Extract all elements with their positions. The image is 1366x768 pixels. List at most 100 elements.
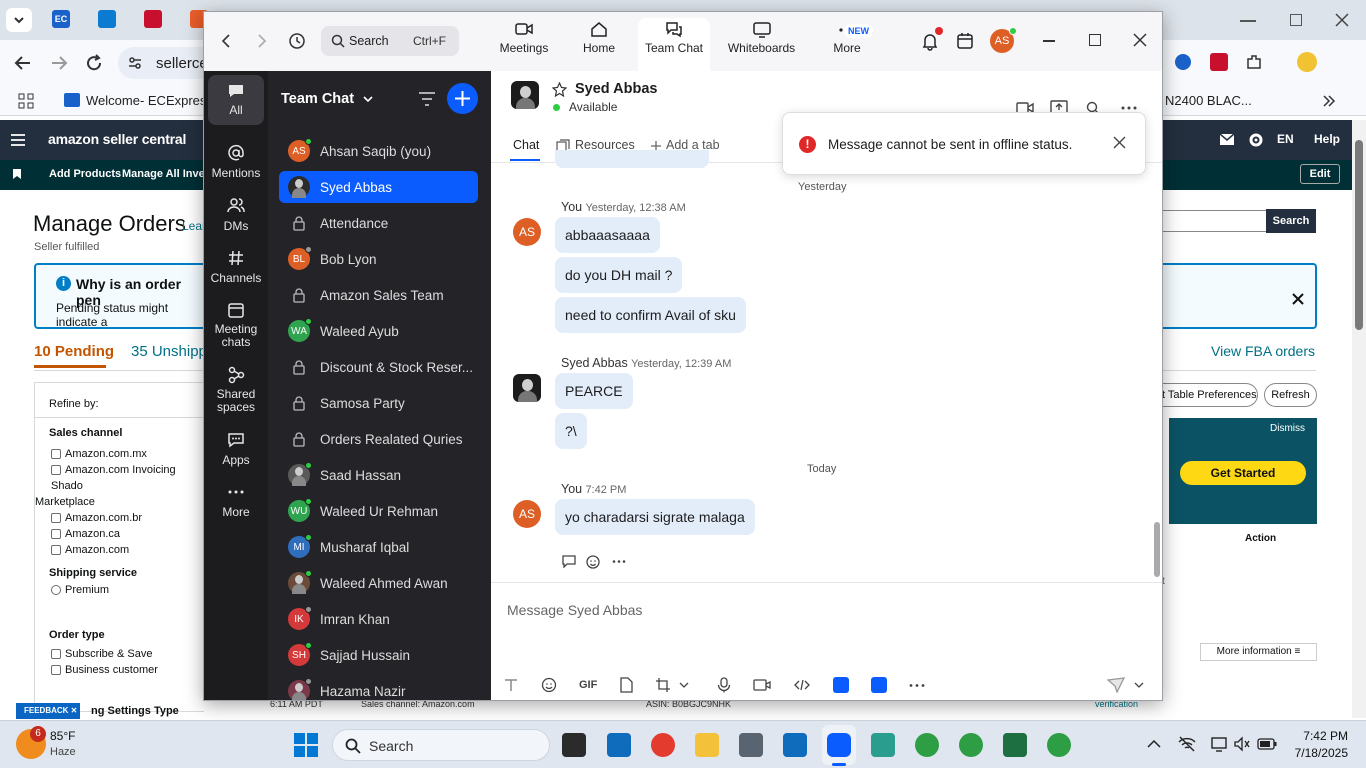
history-icon[interactable] (288, 32, 306, 50)
forward-icon[interactable] (255, 34, 269, 48)
message-bubble[interactable]: need to confirm Avail of sku (555, 297, 746, 333)
order-search-input[interactable] (1162, 210, 1266, 232)
microphone-icon[interactable] (717, 677, 731, 693)
get-started-button[interactable]: Get Started (1180, 461, 1306, 485)
bookmark-right[interactable]: N2400 BLAC... (1165, 93, 1252, 108)
send-icon[interactable] (1107, 677, 1125, 693)
profile-avatar[interactable] (1297, 52, 1317, 72)
emoji-icon[interactable] (541, 677, 557, 693)
contact-item[interactable]: WA Waleed Ayub (279, 315, 478, 347)
reply-icon[interactable] (561, 554, 577, 568)
tab-team-chat[interactable]: Team Chat (639, 20, 709, 55)
rail-more[interactable]: More (206, 483, 266, 519)
radio[interactable] (51, 585, 61, 596)
list-title[interactable]: Team Chat (281, 91, 374, 107)
filter-icon[interactable] (418, 91, 436, 107)
channel-option[interactable]: Amazon.com.br (51, 510, 205, 526)
contact-item[interactable]: Syed Abbas (279, 171, 478, 203)
hamburger-icon[interactable] (10, 133, 26, 147)
order-type-option[interactable]: Business customer (51, 662, 158, 678)
calculator-icon[interactable] (739, 733, 763, 757)
chat-header-avatar[interactable] (511, 81, 539, 109)
tab-ec-icon[interactable]: EC (52, 10, 70, 28)
chrome-profile-icon[interactable] (915, 733, 939, 757)
tab-meetings[interactable]: Meetings (489, 20, 559, 55)
display-icon[interactable] (1210, 736, 1228, 752)
chevron-right-double-icon[interactable] (1322, 94, 1336, 108)
rail-mentions[interactable]: Mentions (206, 144, 266, 180)
back-icon[interactable] (219, 34, 233, 48)
more-dots-icon[interactable] (612, 559, 626, 564)
page-scrollbar[interactable] (1352, 120, 1366, 718)
message-bubble[interactable]: do you DH mail ? (555, 257, 683, 293)
chevron-up-icon[interactable] (1147, 739, 1161, 749)
tab-pending[interactable]: 10 Pending (34, 343, 114, 360)
taskbar-search[interactable]: Search (332, 729, 550, 761)
file-icon[interactable] (619, 677, 633, 693)
checkbox[interactable] (51, 465, 61, 476)
tab-app-icon[interactable] (98, 10, 116, 28)
contact-item[interactable]: Orders Realated Quries (279, 423, 478, 455)
close-icon[interactable] (1292, 293, 1304, 305)
channel-option[interactable]: Amazon.com.mx (51, 446, 205, 462)
contact-item[interactable]: Waleed Ahmed Awan (279, 567, 478, 599)
task-view-icon[interactable] (562, 733, 586, 757)
more-information-button[interactable]: More information ≡ (1200, 643, 1317, 661)
reload-icon[interactable] (85, 54, 103, 72)
zoom-search-bar[interactable]: Search Ctrl+F (321, 26, 459, 56)
mail-icon[interactable] (1220, 134, 1234, 146)
contact-item[interactable]: MI Musharaf Iqbal (279, 531, 478, 563)
message-avatar[interactable]: AS (513, 500, 541, 528)
puzzle-icon[interactable] (1245, 53, 1263, 71)
contact-item[interactable]: BL Bob Lyon (279, 243, 478, 275)
calendar-icon[interactable] (956, 32, 974, 50)
chrome-profile-icon-2[interactable] (959, 733, 983, 757)
outlook-icon[interactable] (783, 733, 807, 757)
chrome-profile-icon-3[interactable] (1047, 733, 1071, 757)
message-bubble[interactable]: yo charadarsi sigrate malaga (555, 499, 755, 535)
contact-item[interactable]: Amazon Sales Team (279, 279, 478, 311)
contact-item[interactable]: Saad Hassan (279, 459, 478, 491)
gif-button[interactable]: GIF (579, 679, 597, 691)
emoji-reaction-icon[interactable] (586, 554, 602, 569)
site-settings-icon[interactable] (128, 56, 142, 70)
tab-search-button[interactable] (6, 8, 32, 32)
browser-close-icon[interactable] (1334, 12, 1350, 28)
apps-grid-icon[interactable] (18, 93, 34, 109)
rail-all[interactable]: All (206, 83, 266, 117)
message-bubble[interactable]: ?\ (555, 413, 587, 449)
rail-apps[interactable]: Apps (206, 431, 266, 467)
order-type-option[interactable]: Subscribe & Save (51, 646, 158, 662)
zoom-taskbar-icon[interactable] (827, 733, 851, 757)
contact-item[interactable]: Discount & Stock Reser... (279, 351, 478, 383)
chat-contact-name[interactable]: Syed Abbas (575, 81, 657, 97)
chat-scrollbar-thumb[interactable] (1154, 522, 1160, 577)
rail-shared-spaces[interactable]: Shared spaces (206, 366, 266, 414)
bookmark-icon[interactable] (12, 168, 22, 180)
app-icon[interactable] (871, 733, 895, 757)
rail-channels[interactable]: Channels (206, 249, 266, 285)
chevron-down-icon[interactable] (1134, 681, 1144, 689)
contact-item[interactable]: WU Waleed Ur Rehman (279, 495, 478, 527)
message-avatar[interactable]: AS (513, 218, 541, 246)
close-icon[interactable] (1133, 33, 1147, 47)
rail-meeting-chats[interactable]: Meeting chats (206, 301, 266, 349)
new-chat-button[interactable] (447, 83, 478, 114)
contact-item[interactable]: Attendance (279, 207, 478, 239)
more-dots-icon[interactable] (909, 683, 925, 688)
rail-dms[interactable]: DMs (206, 197, 266, 233)
clock-date[interactable]: 7/18/2025 (1290, 746, 1348, 760)
language-selector[interactable]: EN (1277, 132, 1294, 146)
checkbox[interactable] (51, 513, 61, 524)
store-icon[interactable] (607, 733, 631, 757)
chat-tab-chat[interactable]: Chat (513, 138, 539, 152)
start-button[interactable] (294, 733, 318, 757)
chevron-down-icon[interactable] (679, 681, 689, 689)
shipping-option[interactable]: Premium (51, 584, 109, 596)
add-products-link[interactable]: Add Products (49, 168, 121, 180)
more-dots-icon[interactable] (1121, 105, 1137, 111)
app-integration-icon[interactable] (833, 677, 850, 693)
screenshot-icon[interactable] (655, 677, 671, 693)
code-snippet-icon[interactable] (793, 677, 811, 693)
message-bubble[interactable]: PEARCE (555, 373, 633, 409)
